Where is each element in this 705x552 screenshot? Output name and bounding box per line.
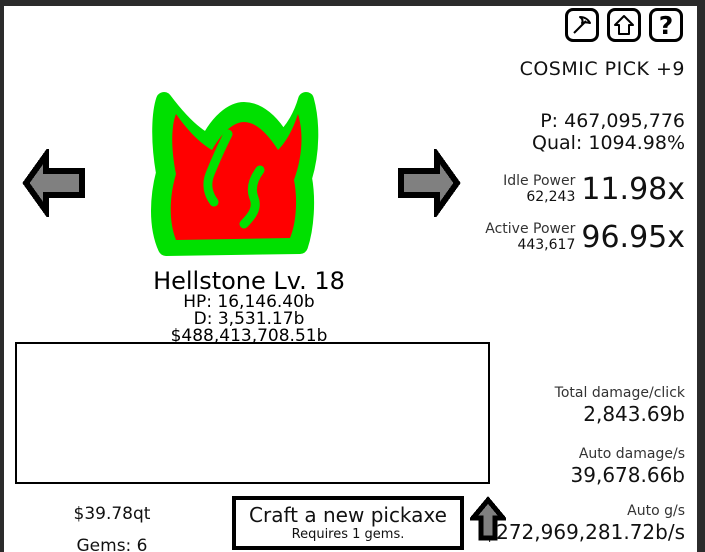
active-power-labels: Active Power 443,617 [485,221,576,254]
auto-gold-per-second-label: Auto g/s [627,503,685,519]
money-amount: $39.78qt [73,504,151,524]
message-log-panel [15,342,490,484]
pickaxe-stats: P: 467,095,776 Qual: 1094.98% [532,110,685,155]
idle-power-label: Idle Power [503,173,576,189]
help-icon: ? [658,10,674,40]
idle-power-value: 62,243 [526,189,576,206]
active-power-multiplier: 96.95x [581,219,685,255]
toolbar-icons: ? [565,8,683,42]
game-page: ? COSMIC PICK +9 P: 467,095,776 Qual: 10… [4,6,697,552]
auto-damage-per-second-group: Auto damage/s 39,678.66b [571,446,685,488]
gems-amount: Gems: 6 [76,536,148,552]
monster-sprite[interactable] [136,78,326,273]
total-damage-per-click-group: Total damage/click 2,843.69b [555,385,685,427]
pickaxe-title: COSMIC PICK +9 [519,58,685,80]
auto-gold-per-second-group: Auto g/s $272,969,281.72b/s [483,503,685,545]
idle-power-labels: Idle Power 62,243 [503,173,576,206]
craft-pickaxe-label: Craft a new pickaxe [249,502,447,527]
total-damage-per-click-label: Total damage/click [554,385,685,401]
pickaxe-icon [571,14,593,36]
auto-damage-per-second-value: 39,678.66b [570,462,685,487]
total-damage-per-click-value: 2,843.69b [583,401,685,426]
pickaxe-power-value: P: 467,095,776 [540,110,685,132]
auto-damage-per-second-label: Auto damage/s [578,446,685,462]
previous-monster-arrow[interactable] [20,145,90,221]
craft-pickaxe-requirement: Requires 1 gems. [291,526,405,542]
help-icon-button[interactable]: ? [649,8,683,42]
upgrade-arrow-icon [613,14,635,36]
pickaxe-icon-button[interactable] [565,8,599,42]
auto-gold-per-second-value: $272,969,281.72b/s [483,519,685,544]
upgrade-pickaxe-arrow[interactable] [467,496,509,542]
idle-power-multiplier: 11.98x [581,171,685,207]
monster-info: Hellstone Lv. 18 HP: 16,146.40b D: 3,531… [4,268,494,345]
active-power-label: Active Power [485,221,576,237]
pickaxe-quality-value: Qual: 1094.98% [532,131,685,154]
active-power-block: Active Power 443,617 96.95x [485,219,685,255]
monster-name: Hellstone Lv. 18 [153,267,345,295]
craft-pickaxe-button[interactable]: Craft a new pickaxe Requires 1 gems. [232,496,464,550]
game-window: ? COSMIC PICK +9 P: 467,095,776 Qual: 10… [0,0,705,552]
upgrade-arrow-icon-button[interactable] [607,8,641,42]
active-power-value: 443,617 [517,237,576,254]
idle-power-block: Idle Power 62,243 11.98x [503,171,685,207]
currency-block: $39.78qt Gems: 6 [52,498,172,552]
next-monster-arrow[interactable] [393,145,463,221]
window-right-edge [697,0,705,552]
